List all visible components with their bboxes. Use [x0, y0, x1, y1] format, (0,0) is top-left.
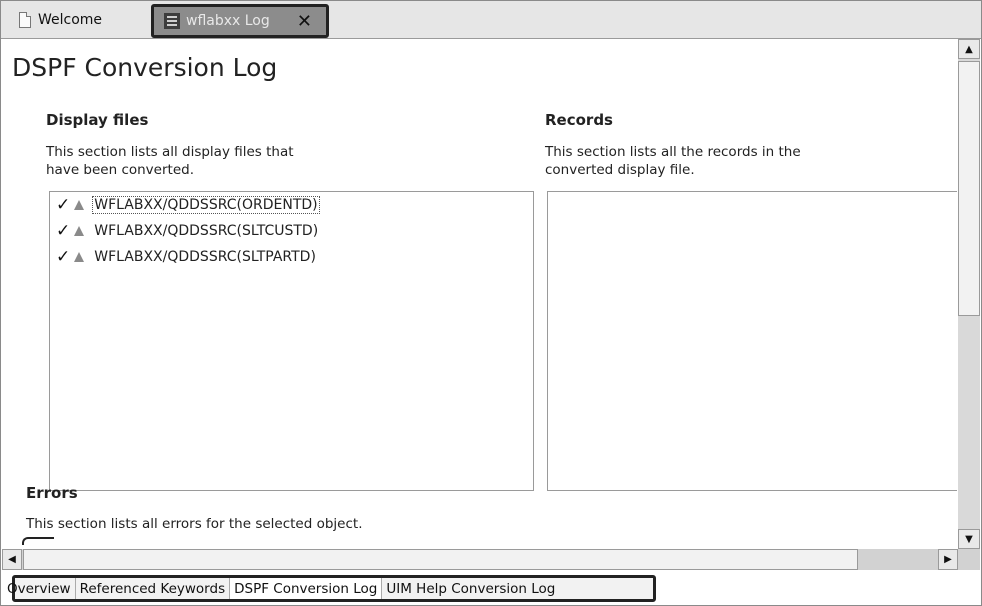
list-item[interactable]: ✓ WFLABXX/QDDSSRC(ORDENTD)	[50, 192, 533, 218]
editor-tab-strip: Welcome wflabxx Log ✕	[1, 1, 981, 39]
editor-page-tabs: Overview Referenced Keywords DSPF Conver…	[2, 571, 980, 605]
errors-description: This section lists all errors for the se…	[26, 516, 363, 532]
records-list[interactable]	[547, 191, 957, 491]
records-heading: Records	[545, 111, 613, 129]
tab-log-label: wflabxx Log	[186, 13, 270, 29]
editor-window: Welcome wflabxx Log ✕ DSPF Conversion Lo…	[0, 0, 982, 606]
scroll-down-icon[interactable]: ▼	[958, 529, 980, 549]
check-icon: ✓	[56, 195, 71, 215]
warning-icon	[74, 226, 85, 236]
vertical-scrollbar[interactable]: ▲ ▼	[958, 39, 980, 549]
tab-uim-help-conversion-log[interactable]: UIM Help Conversion Log	[382, 578, 559, 599]
display-file-name: WFLABXX/QDDSSRC(ORDENTD)	[92, 196, 320, 214]
list-item[interactable]: ✓ WFLABXX/QDDSSRC(SLTCUSTD)	[50, 218, 533, 244]
tab-welcome[interactable]: Welcome	[13, 5, 144, 35]
display-files-list[interactable]: ✓ WFLABXX/QDDSSRC(ORDENTD) ✓ WFLABXX/QDD…	[49, 191, 534, 491]
tab-welcome-label: Welcome	[38, 12, 103, 28]
page-tabs-group: Overview Referenced Keywords DSPF Conver…	[7, 575, 656, 602]
page-title: DSPF Conversion Log	[12, 53, 278, 82]
tab-wflabxx-log[interactable]: wflabxx Log ✕	[151, 4, 329, 38]
log-file-icon	[164, 13, 180, 29]
display-files-heading: Display files	[46, 111, 149, 129]
horizontal-scroll-thumb[interactable]	[23, 549, 858, 570]
content-area: DSPF Conversion Log Display files This s…	[2, 39, 957, 545]
check-icon: ✓	[56, 247, 71, 267]
scroll-right-icon[interactable]: ▶	[938, 549, 958, 570]
horizontal-scrollbar[interactable]: ◀ ▶	[2, 549, 980, 570]
scroll-left-icon[interactable]: ◀	[2, 549, 22, 570]
warning-icon	[74, 252, 85, 262]
display-file-name: WFLABXX/QDDSSRC(SLTPARTD)	[94, 249, 316, 265]
check-icon: ✓	[56, 221, 71, 241]
tab-referenced-keywords[interactable]: Referenced Keywords	[76, 578, 231, 599]
errors-list-edge	[22, 537, 54, 545]
scroll-up-icon[interactable]: ▲	[958, 39, 980, 59]
close-icon[interactable]: ✕	[297, 11, 312, 32]
list-item[interactable]: ✓ WFLABXX/QDDSSRC(SLTPARTD)	[50, 244, 533, 270]
tab-dspf-conversion-log[interactable]: DSPF Conversion Log	[230, 578, 383, 599]
errors-heading: Errors	[26, 484, 78, 502]
records-description: This section lists all the records in th…	[545, 144, 801, 178]
vertical-scroll-thumb[interactable]	[958, 61, 980, 316]
display-files-description: This section lists all display files tha…	[46, 144, 294, 178]
display-file-name: WFLABXX/QDDSSRC(SLTCUSTD)	[94, 223, 319, 239]
document-icon	[19, 12, 31, 28]
tab-overview[interactable]: Overview	[3, 578, 76, 599]
warning-icon	[74, 200, 85, 210]
